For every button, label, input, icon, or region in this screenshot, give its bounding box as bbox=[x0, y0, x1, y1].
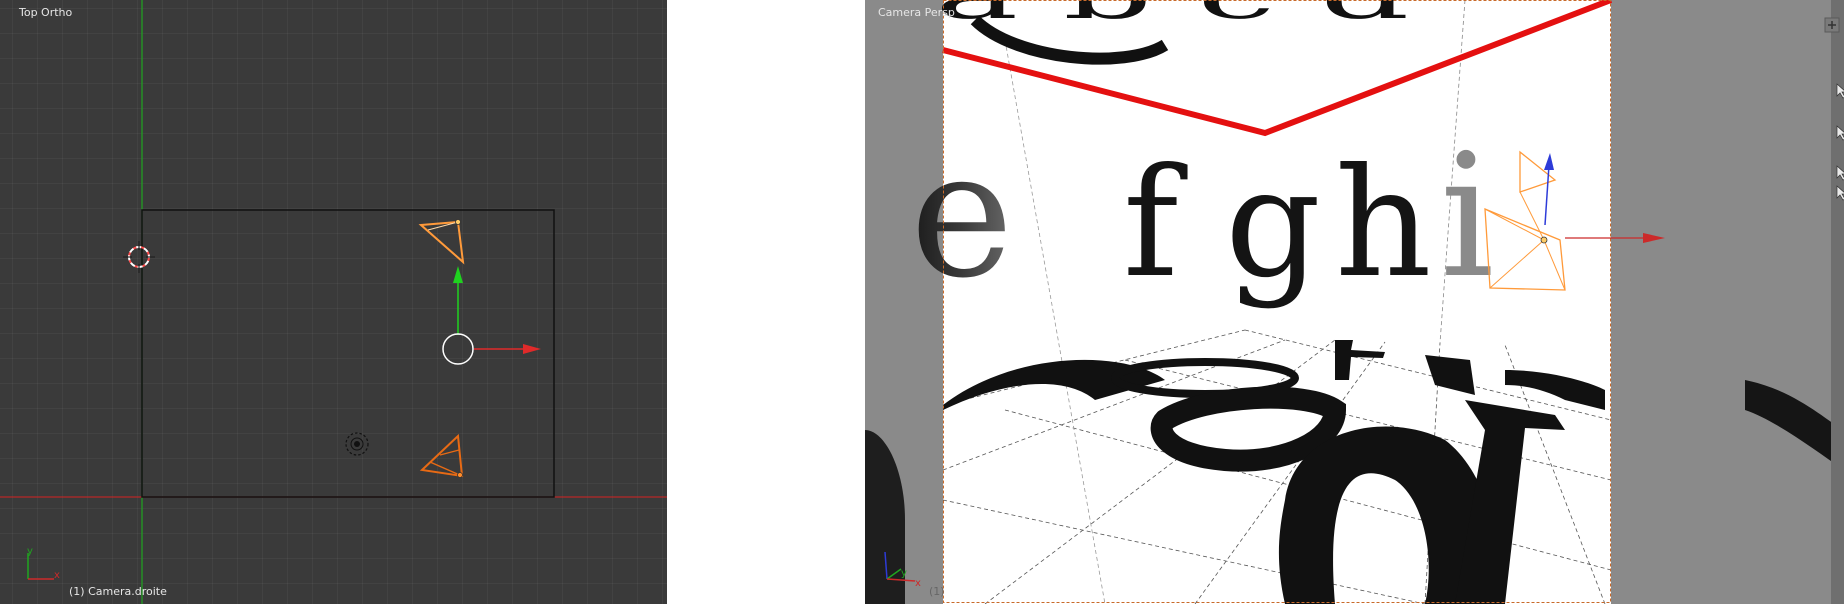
camera-icon[interactable] bbox=[419, 433, 464, 478]
viewport-gap bbox=[667, 0, 865, 604]
plane-outline[interactable] bbox=[141, 209, 555, 498]
axis-widget: y x bbox=[27, 546, 60, 581]
axis-y-label: y bbox=[901, 568, 907, 579]
viewport-scene: a b c d e f g h i bbox=[865, 0, 1844, 604]
scene-letter-i: i bbox=[1440, 118, 1494, 316]
scene-letter-f: f bbox=[1123, 137, 1188, 311]
plus-icon[interactable] bbox=[1824, 17, 1840, 33]
object-label: (1) Camera.droite bbox=[69, 585, 167, 598]
view-label: Top Ortho bbox=[19, 6, 73, 19]
top-ortho-viewport[interactable]: y x Top Ortho (1) Camera.droite bbox=[0, 0, 667, 604]
shadow-shape bbox=[865, 430, 905, 604]
camera-persp-viewport[interactable]: a b c d e f g h i bbox=[865, 0, 1844, 604]
object-label: (1) bbox=[929, 585, 945, 598]
scene-letters-top: a b c d bbox=[935, 0, 1410, 33]
viewport-scene: y x bbox=[0, 0, 667, 604]
axis-x-label: x bbox=[54, 570, 60, 581]
empty-object-icon[interactable] bbox=[345, 432, 369, 456]
3d-cursor-icon[interactable] bbox=[123, 241, 155, 273]
axis-y-label: y bbox=[27, 546, 33, 557]
scene-letter-e: e bbox=[910, 114, 1014, 317]
view-label: Camera Persp bbox=[878, 6, 955, 19]
scene-letter-h: h bbox=[1335, 137, 1432, 311]
translate-manipulator[interactable] bbox=[442, 266, 541, 365]
floor-letter-shape bbox=[1150, 386, 1347, 472]
axis-x-label: x bbox=[915, 578, 921, 589]
camera-frame[interactable]: a b c d e f g h i bbox=[910, 0, 1613, 604]
camera-icon[interactable] bbox=[418, 219, 465, 265]
shadow-shape bbox=[1745, 380, 1844, 470]
scene-letter-g: g bbox=[1225, 137, 1321, 311]
